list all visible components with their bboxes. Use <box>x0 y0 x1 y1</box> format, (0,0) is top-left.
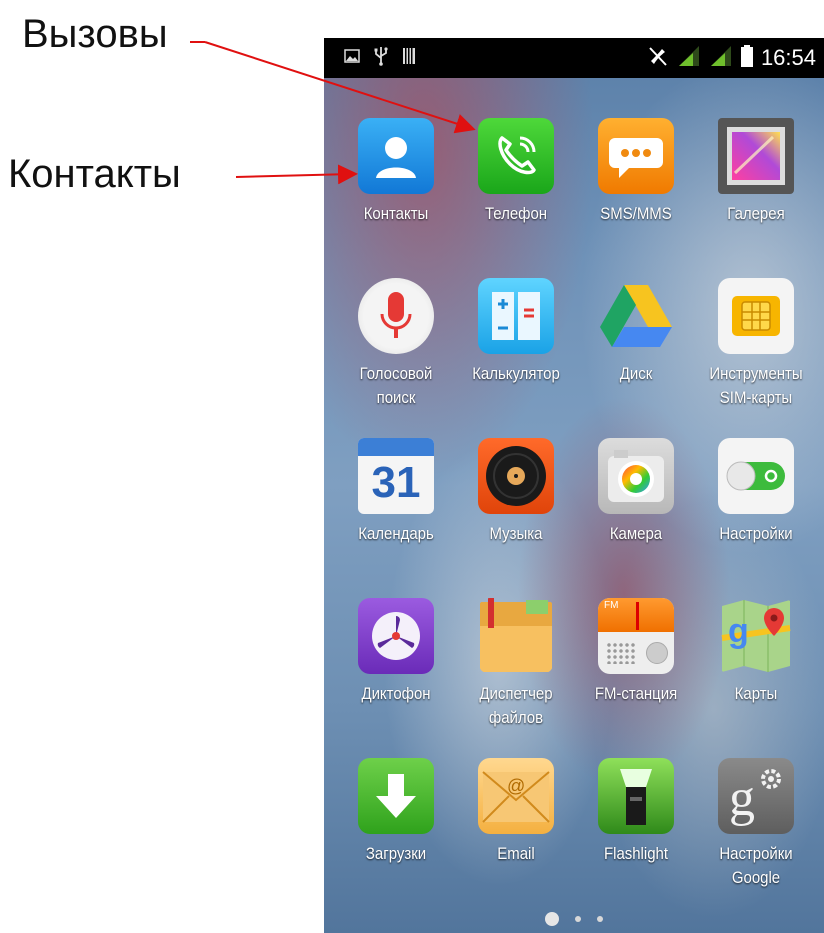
signal-icon <box>709 45 733 72</box>
settings-toggle-icon <box>718 438 794 514</box>
contacts-callout-label: Контакты <box>8 152 181 196</box>
svg-text:g: g <box>728 612 749 650</box>
email-icon: @ <box>478 758 554 834</box>
app-label: SMS/MMS <box>600 204 672 223</box>
flashlight-icon <box>598 758 674 834</box>
music-icon <box>478 438 554 514</box>
app-email[interactable]: @ Email <box>454 758 578 866</box>
app-label-line1: Голосовой <box>359 364 433 383</box>
fm-radio-knob <box>646 642 668 664</box>
gallery-icon <box>718 118 794 194</box>
app-label: Телефон <box>484 204 548 223</box>
app-label-line1: Диспетчер <box>479 684 553 703</box>
app-maps[interactable]: g Карты <box>694 598 818 706</box>
app-label-line1: Инструменты <box>709 364 803 383</box>
fm-radio-speaker <box>606 642 636 664</box>
app-label: Email <box>497 844 535 863</box>
fm-radio-text: FM <box>604 600 619 611</box>
app-camera[interactable]: Камера <box>574 438 698 546</box>
page-dot[interactable] <box>575 916 581 922</box>
app-label: Инструменты SIM-карты <box>701 362 810 410</box>
calendar-day: 31 <box>371 458 421 507</box>
page-dot[interactable] <box>597 916 603 922</box>
calendar-icon: 31 <box>358 438 434 514</box>
app-downloads[interactable]: Загрузки <box>334 758 458 866</box>
app-label: Галерея <box>727 204 785 223</box>
app-label: Музыка <box>489 524 543 543</box>
app-label: Калькулятор <box>472 364 560 383</box>
app-label-line2: файлов <box>488 708 544 727</box>
app-sms[interactable]: SMS/MMS <box>574 118 698 226</box>
contacts-icon <box>358 118 434 194</box>
svg-text:g: g <box>729 770 755 827</box>
app-label-line1: Настройки <box>719 844 793 863</box>
google-settings-icon: g <box>718 758 794 834</box>
app-label: Карты <box>734 684 778 703</box>
app-flashlight[interactable]: Flashlight <box>574 758 698 866</box>
calculator-icon <box>478 278 554 354</box>
app-label: Flashlight <box>603 844 669 863</box>
status-bar: 16:54 <box>324 38 824 78</box>
app-label: Календарь <box>358 524 434 543</box>
page-dot-current[interactable] <box>545 912 559 926</box>
storage-icon <box>402 47 416 70</box>
app-calendar[interactable]: 31 Календарь <box>334 438 458 546</box>
download-icon <box>358 758 434 834</box>
app-music[interactable]: Музыка <box>454 438 578 546</box>
app-recorder[interactable]: Диктофон <box>334 598 458 706</box>
app-fm-radio[interactable]: FM FM-станция <box>574 598 698 706</box>
image-icon <box>344 48 360 68</box>
sms-icon <box>598 118 674 194</box>
app-settings[interactable]: Настройки <box>694 438 818 546</box>
fm-radio-icon: FM <box>598 598 674 674</box>
app-drive[interactable]: Диск <box>574 278 698 386</box>
app-label: Загрузки <box>365 844 427 863</box>
microphone-icon <box>358 278 434 354</box>
app-label-line2: поиск <box>376 388 416 407</box>
app-label: Камера <box>609 524 663 543</box>
app-phone[interactable]: Телефон <box>454 118 578 226</box>
app-label: Настройки Google <box>701 842 810 890</box>
app-voice-search[interactable]: Голосовой поиск <box>334 278 458 410</box>
maps-icon: g <box>718 598 794 674</box>
svg-text:@: @ <box>507 776 525 796</box>
camera-icon <box>598 438 674 514</box>
app-label: Диск <box>619 364 653 383</box>
file-manager-icon <box>478 598 554 674</box>
phone-icon <box>478 118 554 194</box>
app-label-line2: Google <box>731 868 781 887</box>
app-gallery[interactable]: Галерея <box>694 118 818 226</box>
app-label-line2: SIM-карты <box>719 388 793 407</box>
app-label: Голосовой поиск <box>341 362 450 410</box>
app-label: Диспетчер файлов <box>461 682 570 730</box>
app-google-settings[interactable]: g Настройки Google <box>694 758 818 890</box>
app-label: Контакты <box>363 204 429 223</box>
phone-screen: 16:54 Контакты Телефон SMS/MMS Галерея Г… <box>324 38 824 933</box>
battery-icon <box>740 44 753 72</box>
app-sim-tools[interactable]: Инструменты SIM-карты <box>694 278 818 410</box>
app-calculator[interactable]: Калькулятор <box>454 278 578 386</box>
signal-icon <box>677 45 701 72</box>
clock: 16:54 <box>760 45 816 70</box>
sim-card-icon <box>718 278 794 354</box>
app-contacts[interactable]: Контакты <box>334 118 458 226</box>
usb-icon <box>374 46 388 71</box>
app-label: FM-станция <box>594 684 678 703</box>
app-label: Диктофон <box>361 684 431 703</box>
page-indicator[interactable] <box>324 912 824 926</box>
mute-icon <box>647 45 669 72</box>
app-label: Настройки <box>719 524 793 543</box>
recorder-icon <box>358 598 434 674</box>
app-file-manager[interactable]: Диспетчер файлов <box>454 598 578 730</box>
drive-icon <box>598 278 674 354</box>
fm-radio-tuner-line <box>636 602 639 630</box>
calls-callout-label: Вызовы <box>22 12 168 56</box>
